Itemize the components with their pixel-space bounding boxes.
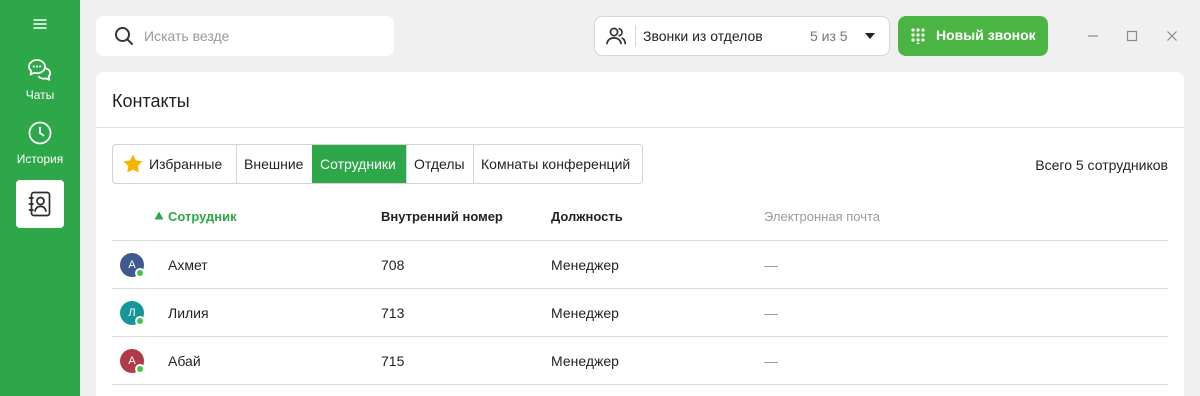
tab-favorites[interactable]: Избранные [113, 145, 236, 183]
department-calls-label: Звонки из отделов [643, 28, 763, 44]
employee-email: — [764, 257, 778, 273]
sort-asc-icon [154, 211, 164, 220]
employee-position: Менеджер [551, 257, 619, 273]
divider [96, 127, 1184, 128]
sidebar-item-label: Чаты [25, 88, 55, 102]
sidebar-item-chats[interactable]: Чаты [0, 56, 80, 112]
tab-external[interactable]: Внешние [236, 145, 312, 183]
sidebar-item-contacts[interactable] [16, 180, 64, 228]
page-title: Контакты [112, 91, 190, 111]
new-call-button[interactable]: Новый звонок [898, 16, 1048, 56]
chat-icon [28, 59, 52, 81]
minimize-icon[interactable] [1083, 26, 1103, 46]
search-input[interactable] [144, 26, 374, 46]
tab-employees[interactable]: Сотрудники [312, 145, 406, 183]
column-header-email[interactable]: Электронная почта [764, 209, 880, 224]
search-icon [115, 27, 133, 45]
tab-label: Избранные [149, 156, 223, 172]
employee-extension: 713 [381, 305, 405, 321]
close-icon[interactable] [1162, 26, 1182, 46]
column-header-employee[interactable]: Сотрудник [168, 209, 237, 224]
tab-label: Сотрудники [320, 156, 396, 172]
table-row[interactable]: А Абай 715 Менеджер — [112, 337, 1168, 385]
department-calls-count: 5 из 5 [810, 28, 848, 44]
divider [635, 25, 636, 47]
chevron-down-icon [865, 33, 875, 39]
clock-icon [28, 121, 52, 145]
dialpad-icon [911, 28, 925, 44]
employee-name: Ахмет [168, 257, 208, 273]
status-online-indicator [135, 364, 145, 374]
department-calls-dropdown[interactable]: Звонки из отделов 5 из 5 [594, 16, 890, 56]
tab-label: Внешние [244, 156, 304, 172]
status-online-indicator [135, 316, 145, 326]
employee-position: Менеджер [551, 353, 619, 369]
contacts-panel: Контакты Избранные Внешние Сотрудники От… [96, 72, 1184, 396]
employee-email: — [764, 353, 778, 369]
employee-total: Всего 5 сотрудников [1035, 157, 1168, 173]
maximize-icon[interactable] [1122, 26, 1142, 46]
tab-conference-rooms[interactable]: Комнаты конференций [473, 145, 642, 183]
table-row[interactable]: А Ахмет 708 Менеджер — [112, 241, 1168, 289]
employee-name: Абай [168, 353, 201, 369]
tab-label: Отделы [414, 156, 465, 172]
sidebar: Чаты История [0, 0, 80, 396]
table-row[interactable]: Л Лилия 713 Менеджер — [112, 289, 1168, 337]
sidebar-item-label: История [16, 152, 64, 166]
new-call-label: Новый звонок [936, 27, 1036, 43]
column-header-position[interactable]: Должность [551, 209, 623, 224]
contacts-icon [28, 191, 51, 217]
users-icon [606, 27, 627, 45]
tab-label: Комнаты конференций [481, 156, 631, 172]
employee-extension: 715 [381, 353, 405, 369]
employee-email: — [764, 305, 778, 321]
tab-departments[interactable]: Отделы [406, 145, 473, 183]
employee-position: Менеджер [551, 305, 619, 321]
employee-name: Лилия [168, 305, 209, 321]
global-search [96, 16, 394, 56]
employee-extension: 708 [381, 257, 405, 273]
status-online-indicator [135, 268, 145, 278]
column-header-extension[interactable]: Внутренний номер [381, 209, 503, 224]
contacts-tabs: Избранные Внешние Сотрудники Отделы Комн… [112, 144, 643, 184]
menu-icon[interactable] [30, 14, 50, 34]
sidebar-item-history[interactable]: История [0, 120, 80, 176]
star-icon [124, 155, 142, 173]
